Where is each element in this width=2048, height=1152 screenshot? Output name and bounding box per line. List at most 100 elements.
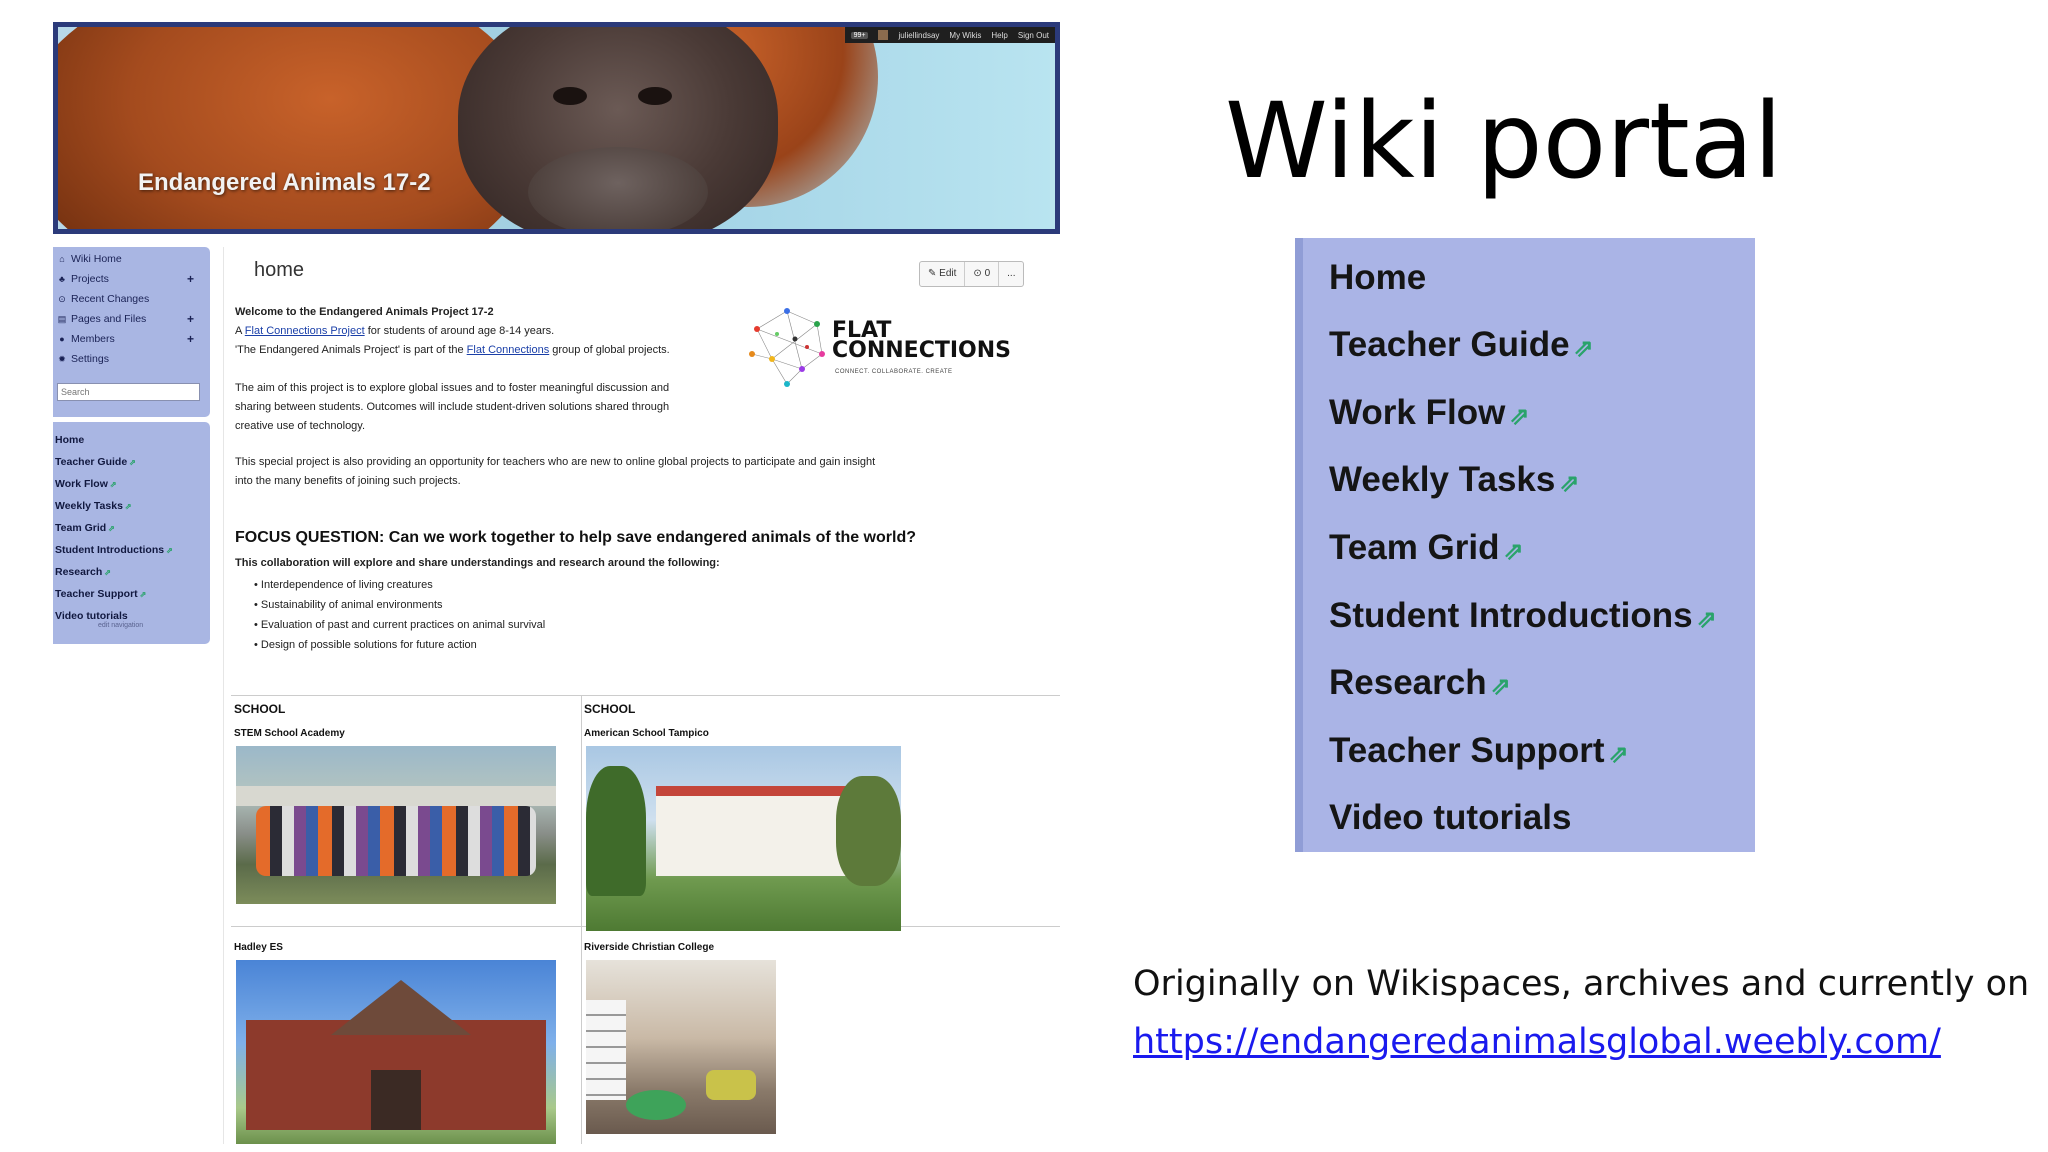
comments-button[interactable]: ⊙ 0 [965, 262, 1000, 286]
flat-connections-link[interactable]: Flat Connections [467, 344, 550, 356]
nav-label: Members [71, 333, 115, 345]
user-bar: 99+ juliellindsay My Wikis Help Sign Out [844, 27, 1055, 43]
side-link-work-flow[interactable]: Work Flow ⇗ [55, 478, 117, 490]
side-link-video-tutorials[interactable]: Video tutorials [55, 610, 128, 622]
flat-connections-project-link[interactable]: Flat Connections Project [245, 325, 365, 337]
nav-pages-and-files[interactable]: ▤ Pages and Files + [57, 310, 194, 328]
portal-item-home[interactable]: Home [1329, 258, 1426, 298]
roof [331, 980, 471, 1035]
side-link-label: Research [55, 566, 103, 578]
caption-text: Originally on Wikispaces, archives and c… [1133, 964, 2030, 1004]
side-link-weekly-tasks[interactable]: Weekly Tasks ⇗ [55, 500, 132, 512]
side-link-research[interactable]: Research ⇗ [55, 566, 111, 578]
intro-text: 'The Endangered Animals Project' is part… [235, 344, 467, 356]
side-link-home[interactable]: Home [55, 434, 84, 446]
side-link-label: Weekly Tasks [55, 500, 123, 512]
nav-wiki-home[interactable]: ⌂ Wiki Home [57, 250, 122, 268]
portal-item-label: Video tutorials [1329, 798, 1572, 837]
my-wikis-link[interactable]: My Wikis [949, 31, 981, 40]
school-name: STEM School Academy [234, 728, 345, 739]
nav-label: Projects [71, 273, 109, 285]
nav-members[interactable]: ● Members + [57, 330, 194, 348]
side-link-student-introductions[interactable]: Student Introductions ⇗ [55, 544, 173, 556]
external-link-icon: ⇗ [1509, 403, 1530, 430]
school-name: American School Tampico [584, 728, 709, 739]
edit-button[interactable]: ✎ Edit [920, 262, 966, 286]
external-link-icon: ⇗ [166, 546, 173, 555]
add-page-icon[interactable]: + [187, 312, 194, 326]
weebly-archive-link[interactable]: https://endangeredanimalsglobal.weebly.c… [1133, 1022, 1941, 1062]
network-globe-icon [749, 308, 825, 387]
logo-wordmark: FLAT CONNECTIONS [832, 320, 1011, 363]
intro-text: group of global projects. [549, 344, 670, 356]
side-link-team-grid[interactable]: Team Grid ⇗ [55, 522, 115, 534]
flat-connections-logo: FLAT CONNECTIONS CONNECT. COLLABORATE. CR… [747, 299, 1011, 399]
portal-item-video-tutorials[interactable]: Video tutorials [1329, 798, 1571, 838]
username-link[interactable]: juliellindsay [898, 31, 939, 40]
side-link-teacher-guide[interactable]: Teacher Guide ⇗ [55, 456, 136, 468]
portal-item-teacher-support[interactable]: Teacher Support ⇗ [1329, 731, 1629, 771]
school-name: Riverside Christian College [584, 942, 715, 953]
more-button[interactable]: ... [999, 262, 1023, 286]
school-column-header: SCHOOL [234, 702, 286, 716]
school-column-header: SCHOOL [584, 702, 636, 716]
avatar[interactable] [878, 30, 889, 40]
logo-tagline: CONNECT. COLLABORATE. CREATE [835, 369, 953, 375]
portal-item-label: Weekly Tasks [1329, 460, 1556, 499]
gear-icon: ✹ [58, 353, 66, 364]
side-link-teacher-support[interactable]: Teacher Support ⇗ [55, 588, 146, 600]
sign-out-link[interactable]: Sign Out [1018, 31, 1049, 40]
side-link-label: Team Grid [55, 522, 107, 534]
intro-text: A [235, 325, 245, 337]
logo-line-2: CONNECTIONS [832, 338, 1011, 363]
external-link-icon: ⇗ [108, 524, 115, 533]
nav-projects[interactable]: ♣ Projects + [57, 270, 194, 288]
edit-navigation-link[interactable]: edit navigation [98, 622, 143, 629]
portal-item-label: Teacher Guide [1329, 325, 1570, 364]
portal-item-weekly-tasks[interactable]: Weekly Tasks ⇗ [1329, 460, 1579, 500]
external-link-icon: ⇗ [1573, 335, 1594, 362]
external-link-icon: ⇗ [1608, 741, 1629, 768]
list-item: Evaluation of past and current practices… [254, 615, 545, 635]
portal-item-student-introductions[interactable]: Student Introductions ⇗ [1329, 596, 1717, 636]
nav-recent-changes[interactable]: ⊙ Recent Changes [57, 290, 149, 308]
notification-badge[interactable]: 99+ [850, 31, 869, 39]
add-member-icon[interactable]: + [187, 332, 194, 346]
side-link-label: Teacher Support [55, 588, 138, 600]
wiki-banner: Endangered Animals 17-2 99+ juliellindsa… [53, 22, 1060, 234]
intro-line-1: A Flat Connections Project for students … [235, 322, 554, 341]
add-project-icon[interactable]: + [187, 272, 194, 286]
school-name: Hadley ES [234, 942, 283, 953]
yellow-seat [706, 1070, 756, 1100]
student-group [256, 806, 536, 876]
search-input[interactable] [57, 383, 200, 401]
list-item: Interdependence of living creatures [254, 575, 545, 595]
orangutan-eye-right [638, 87, 672, 105]
help-link[interactable]: Help [991, 31, 1007, 40]
projects-icon: ♣ [59, 274, 65, 284]
nav-label: Wiki Home [71, 253, 122, 265]
portal-item-work-flow[interactable]: Work Flow ⇗ [1329, 393, 1529, 433]
external-link-icon: ⇗ [1696, 606, 1717, 633]
welcome-text: Welcome to the Endangered Animals Projec… [235, 306, 494, 318]
slide-caption: Originally on Wikispaces, archives and c… [1133, 955, 2029, 1071]
portal-item-teacher-guide[interactable]: Teacher Guide ⇗ [1329, 325, 1594, 365]
portal-item-team-grid[interactable]: Team Grid ⇗ [1329, 528, 1524, 568]
external-link-icon: ⇗ [1503, 538, 1524, 565]
portal-item-label: Home [1329, 258, 1427, 297]
wiki-portal-navigation: Home Teacher Guide ⇗ Work Flow ⇗ Weekly Ta… [1295, 238, 1755, 852]
aim-line: sharing between students. Outcomes will … [235, 401, 670, 413]
tree [586, 766, 646, 896]
portal-item-research[interactable]: Research ⇗ [1329, 663, 1511, 703]
wiki-tools-sidebar: ⌂ Wiki Home ♣ Projects + ⊙ Recent Change… [53, 247, 210, 417]
list-item: Design of possible solutions for future … [254, 635, 545, 655]
nav-settings[interactable]: ✹ Settings [57, 350, 109, 368]
school-photo-american-tampico [586, 746, 901, 931]
external-link-icon: ⇗ [124, 502, 132, 511]
portal-item-label: Work Flow [1329, 393, 1506, 432]
side-link-label: Student Introductions [55, 544, 165, 556]
slide-title: Wiki portal [1225, 80, 1783, 202]
page-title: home [254, 259, 305, 281]
welcome-heading: Welcome to the Endangered Animals Projec… [235, 303, 494, 322]
school-photo-stem-academy [236, 746, 556, 904]
